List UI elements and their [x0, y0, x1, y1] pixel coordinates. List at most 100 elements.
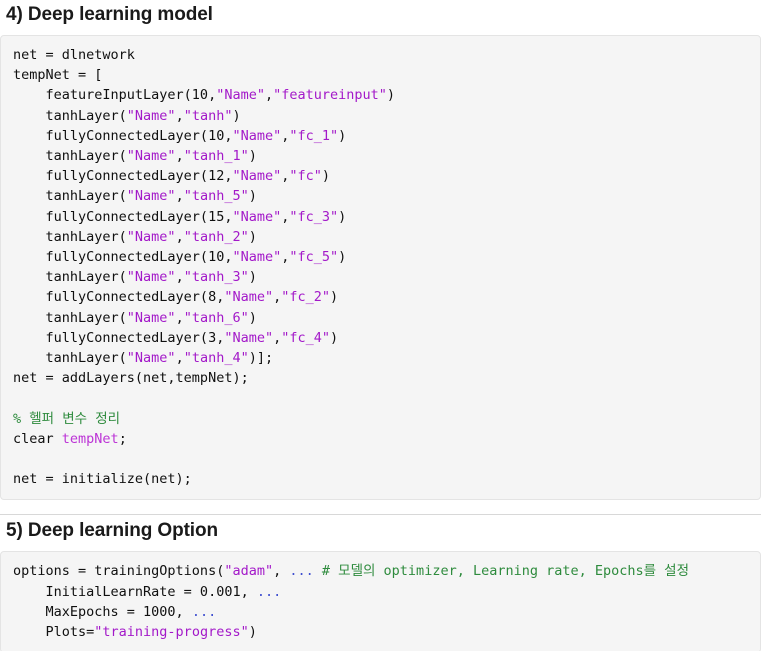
code-line: tanhLayer("Name","tanh_1") — [13, 146, 748, 166]
code-token-str: "tanh_4" — [183, 350, 249, 367]
code-line: net = addLayers(net,tempNet); — [13, 368, 748, 388]
code-line: featureInputLayer(10,"Name","featureinpu… — [13, 85, 748, 105]
section-deep-learning-model: 4) Deep learning model net = dlnetwork te… — [0, 0, 761, 516]
code-token-plain: tanhLayer( — [13, 269, 127, 286]
code-token-plain: , — [175, 269, 184, 286]
code-token-plain: fullyConnectedLayer(3, — [13, 329, 225, 346]
code-token-str: "fc_2" — [281, 289, 331, 306]
code-line: options = trainingOptions("adam", ... # … — [13, 561, 748, 581]
code-block-deep-learning-model[interactable]: net = dlnetwork tempNet = [ featureInputL… — [0, 35, 761, 501]
page-title: 4) Deep learning model — [6, 4, 213, 25]
code-token-str: "Name" — [126, 107, 176, 124]
code-token-plain: MaxEpochs = 1000, — [13, 603, 192, 620]
code-token-plain: options = trainingOptions( — [13, 563, 225, 580]
code-token-plain: ) — [248, 269, 257, 286]
code-token-plain: ) — [248, 309, 257, 326]
code-token-plain: , — [175, 350, 184, 367]
code-token-str: "Name" — [126, 148, 176, 165]
code-token-str: "Name" — [126, 350, 176, 367]
code-token-str: "adam" — [224, 563, 274, 580]
code-token-str: "Name" — [224, 329, 274, 346]
code-line: net = dlnetwork — [13, 45, 748, 65]
code-token-str: "Name" — [232, 249, 282, 266]
code-token-plain: ) — [338, 127, 347, 144]
code-token-plain: ) — [321, 168, 331, 185]
code-token-plain: fullyConnectedLayer(10, — [13, 127, 233, 144]
code-token-plain: ) — [248, 148, 257, 165]
code-line: InitialLearnRate = 0.001, ... — [13, 582, 748, 602]
code-token-ell: ... — [289, 563, 314, 580]
code-token-plain: , — [175, 148, 184, 165]
code-token-str: "Name" — [126, 228, 176, 245]
code-token-ell: ... — [191, 603, 217, 620]
code-token-str: "Name" — [126, 188, 176, 205]
code-token-plain: tanhLayer( — [13, 228, 127, 245]
code-token-plain: ) — [338, 208, 347, 225]
code-token-plain: InitialLearnRate = 0.001, — [13, 583, 257, 600]
code-token-str: "tanh" — [183, 107, 233, 124]
code-token-plain: tanhLayer( — [13, 309, 127, 326]
code-token-plain: tempNet = [ — [13, 67, 103, 84]
code-token-str: "training-progress" — [94, 624, 249, 641]
code-token-com: # 모델의 optimizer, Learning rate, Epochs를 … — [321, 563, 690, 580]
code-line: tanhLayer("Name","tanh_4")]; — [13, 348, 748, 368]
code-token-plain: , — [273, 563, 290, 580]
code-token-plain: ) — [386, 87, 396, 104]
code-token-str: "tanh_2" — [183, 228, 249, 245]
code-token-plain: ) — [330, 329, 339, 346]
code-line: net = initialize(net); — [13, 469, 748, 489]
code-token-plain: ; — [118, 430, 127, 447]
code-token-plain: ) — [248, 188, 257, 205]
code-token-str: "tanh_5" — [183, 188, 249, 205]
code-token-plain: fullyConnectedLayer(10, — [13, 249, 233, 266]
page-subtitle: 5) Deep learning Option — [6, 520, 218, 542]
code-line: tanhLayer("Name","tanh_2") — [13, 227, 748, 247]
code-line: tanhLayer("Name","tanh_6") — [13, 308, 748, 328]
code-line: MaxEpochs = 1000, ... — [13, 602, 748, 622]
code-token-plain: )]; — [248, 350, 274, 367]
code-token-str: "tanh_1" — [183, 148, 249, 165]
code-token-plain: ) — [330, 289, 339, 306]
code-line: tempNet = [ — [13, 65, 748, 85]
code-line: fullyConnectedLayer(15,"Name","fc_3") — [13, 207, 748, 227]
code-token-plain: ) — [232, 107, 241, 124]
code-line: % 헬퍼 변수 정리 — [13, 409, 748, 429]
code-token-plain: Plots= — [13, 624, 95, 641]
code-token-plain: , — [175, 188, 184, 205]
code-token-plain: ) — [248, 624, 257, 641]
code-token-plain: net = initialize(net); — [13, 471, 192, 488]
code-token-str: "Name" — [126, 309, 176, 326]
code-line: fullyConnectedLayer(8,"Name","fc_2") — [13, 287, 748, 307]
section-deep-learning-option: 5) Deep learning Option options = traini… — [0, 515, 761, 651]
code-token-plain: , — [175, 107, 184, 124]
code-token-str: "fc_1" — [289, 127, 339, 144]
code-line: tanhLayer("Name","tanh_3") — [13, 267, 748, 287]
code-token-plain: ) — [338, 249, 347, 266]
code-token-str: "tanh_3" — [183, 269, 249, 286]
code-token-plain: tanhLayer( — [13, 148, 127, 165]
code-token-str: "fc_5" — [289, 249, 339, 266]
code-token-plain: featureInputLayer(10, — [13, 87, 217, 104]
code-token-str: "fc" — [289, 168, 322, 185]
code-token-plain: fullyConnectedLayer(15, — [13, 208, 233, 225]
code-line: fullyConnectedLayer(3,"Name","fc_4") — [13, 328, 748, 348]
code-line: Plots="training-progress") — [13, 622, 748, 642]
code-token-plain: tanhLayer( — [13, 188, 127, 205]
code-token-plain: tanhLayer( — [13, 107, 127, 124]
code-token-var: tempNet — [61, 430, 119, 447]
code-token-plain: fullyConnectedLayer(8, — [13, 289, 225, 306]
code-token-plain: , — [175, 309, 184, 326]
code-token-plain: fullyConnectedLayer(12, — [13, 168, 233, 185]
code-line: fullyConnectedLayer(10,"Name","fc_1") — [13, 126, 748, 146]
code-line: tanhLayer("Name","tanh_5") — [13, 186, 748, 206]
code-token-plain: , — [264, 87, 274, 104]
code-token-ell: ... — [256, 583, 282, 600]
code-token-str: "fc_3" — [289, 208, 339, 225]
code-token-plain: , — [175, 228, 184, 245]
code-token-plain: clear — [13, 430, 62, 447]
code-token-str: "featureinput" — [273, 87, 387, 104]
code-block-deep-learning-option[interactable]: options = trainingOptions("adam", ... # … — [0, 551, 761, 651]
